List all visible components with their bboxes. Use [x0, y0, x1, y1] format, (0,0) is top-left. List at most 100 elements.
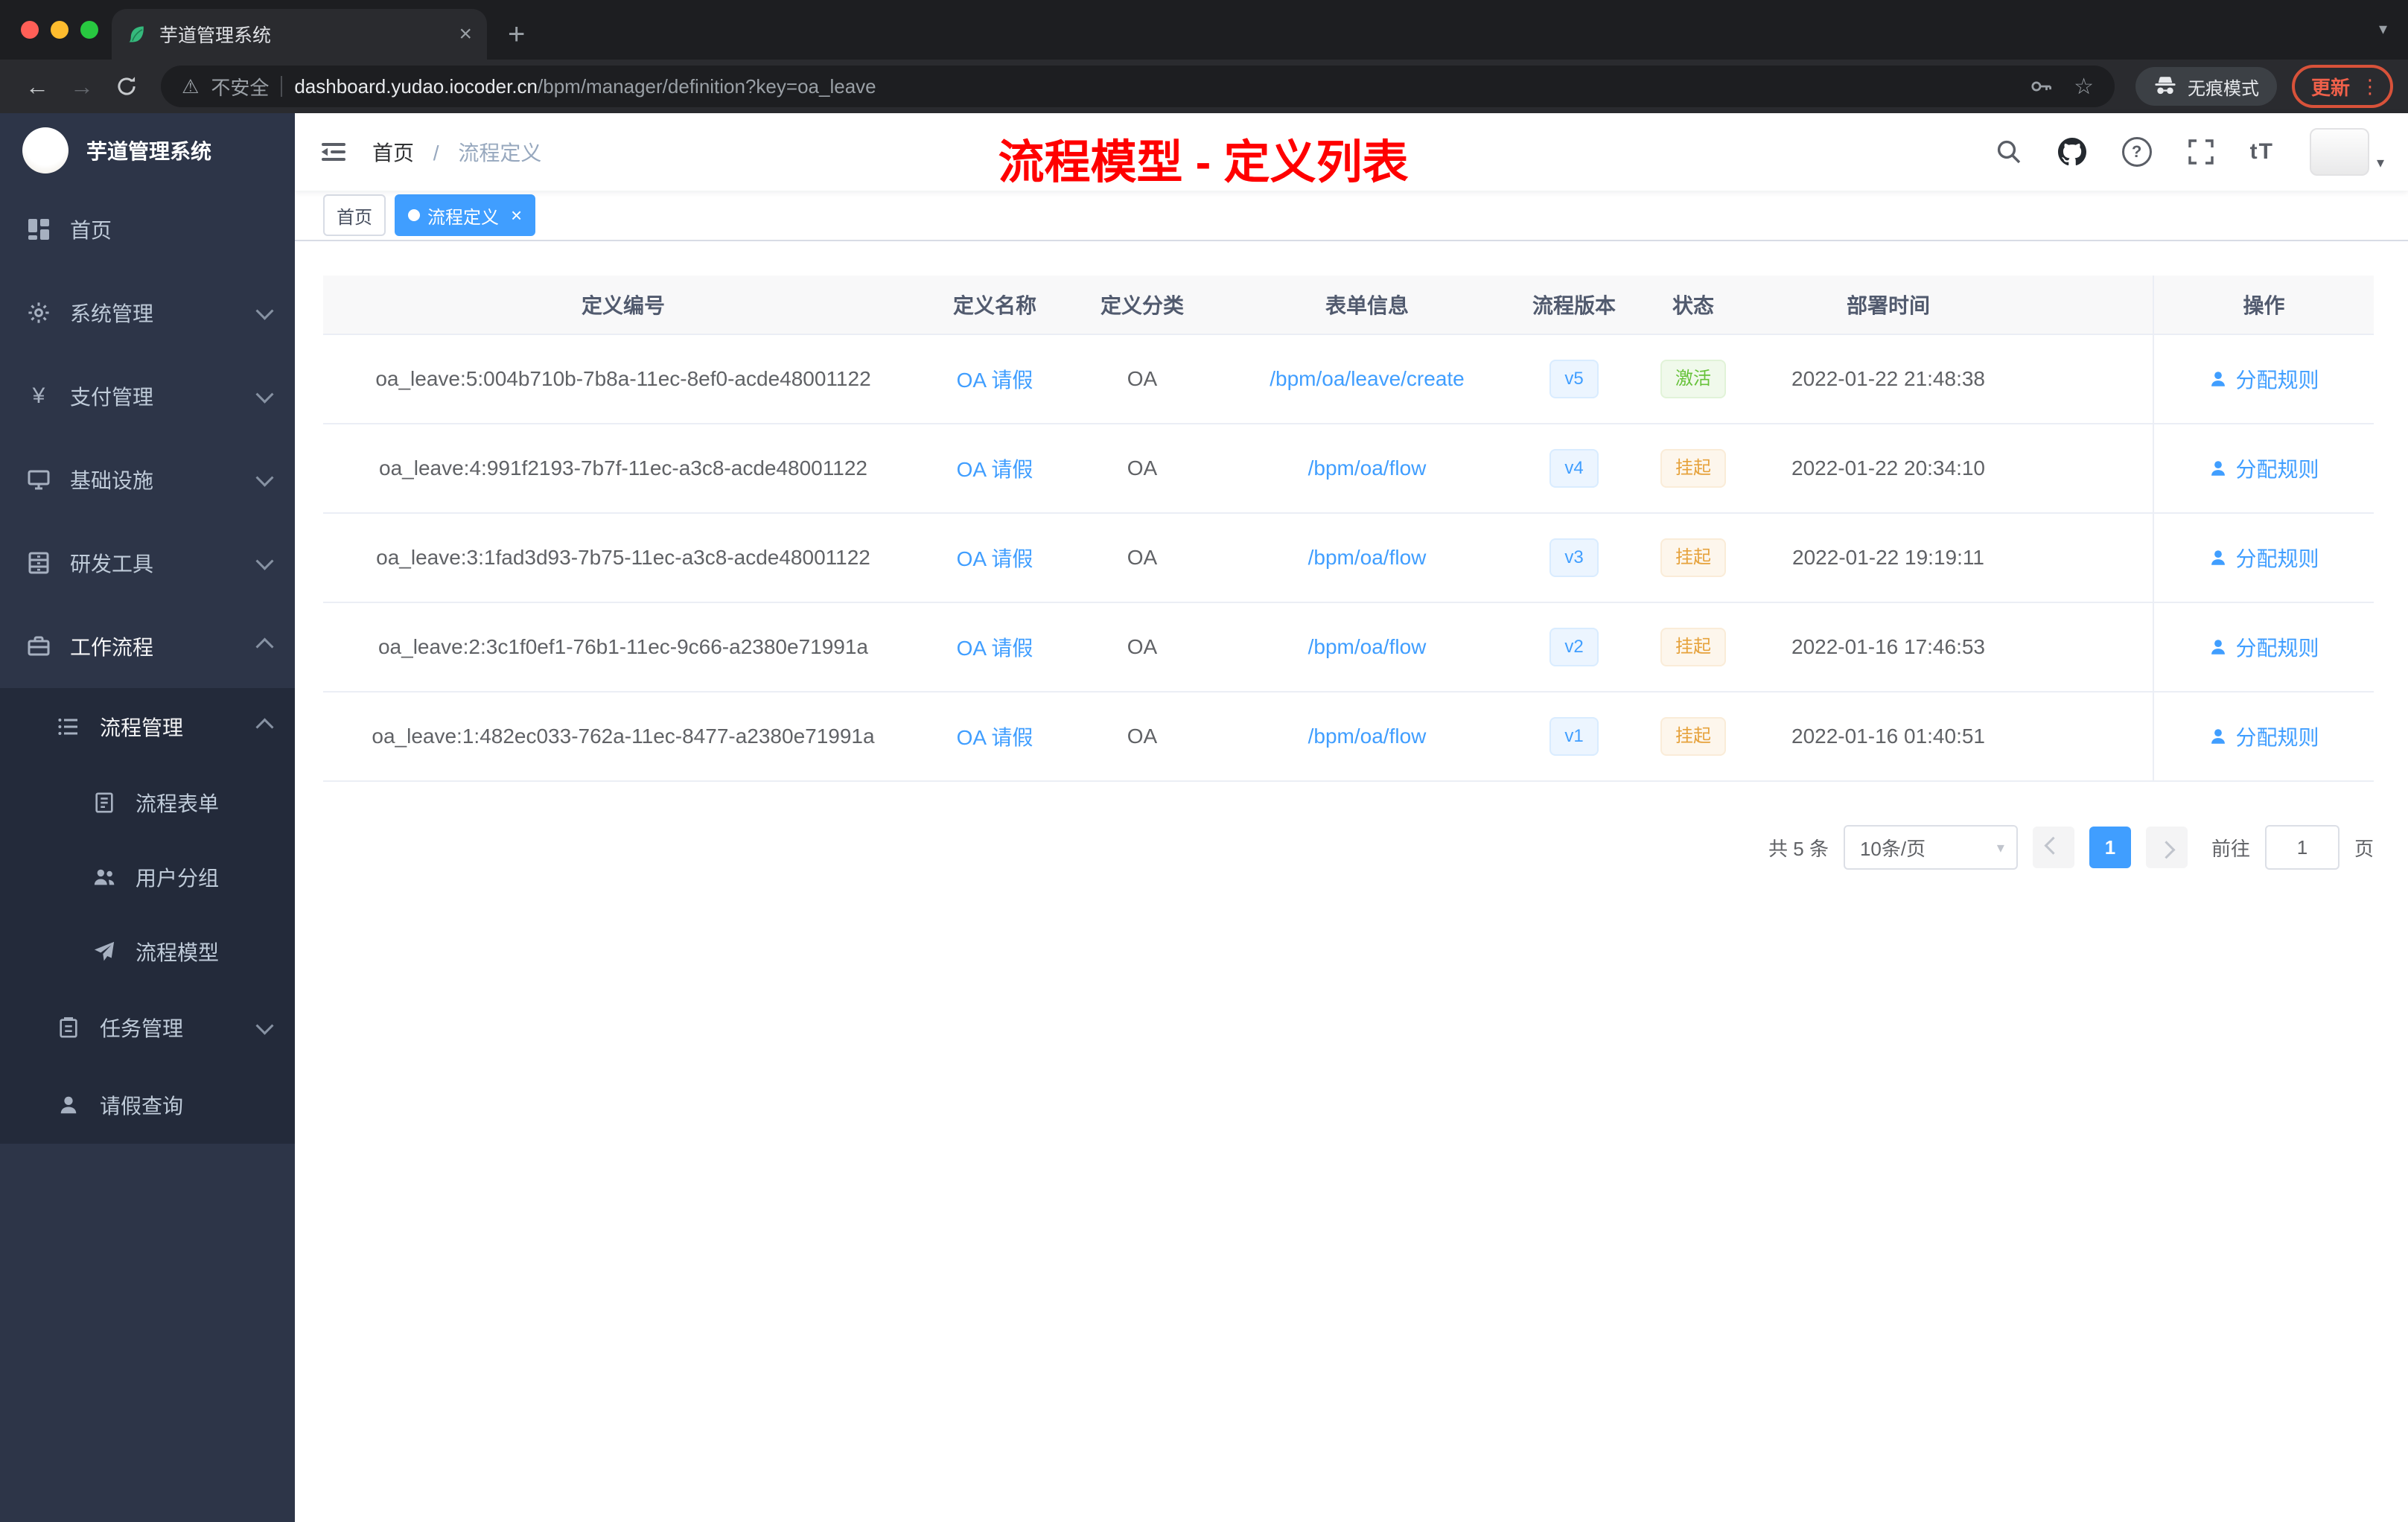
security-label[interactable]: 不安全 [211, 73, 269, 101]
new-tab-button[interactable]: + [508, 19, 525, 49]
help-icon[interactable]: ? [2121, 137, 2152, 167]
breadcrumb-home[interactable]: 首页 [372, 141, 414, 165]
tag-close-icon[interactable]: × [511, 206, 522, 225]
briefcase-icon [27, 634, 51, 658]
tag-home[interactable]: 首页 [323, 194, 386, 236]
dashboard-icon [27, 217, 51, 241]
sidebar-submenu: 流程管理 流程表单 用户分组 流程模型 任务管理 请假查询 [0, 688, 295, 1144]
definition-name-link[interactable]: OA 请假 [957, 369, 1033, 392]
collapse-sidebar-button[interactable] [319, 137, 348, 167]
definition-name-link[interactable]: OA 请假 [957, 458, 1033, 481]
tab-search-caret-icon[interactable]: ▾ [2379, 19, 2387, 39]
sidebar-item-user-group[interactable]: 用户分组 [0, 840, 295, 914]
chevron-down-icon [255, 385, 274, 404]
tab-close-icon[interactable]: × [459, 23, 472, 45]
browser-update-button[interactable]: 更新 ⋮ [2291, 65, 2393, 108]
status-badge: 挂起 [1660, 538, 1726, 577]
browser-tabstrip: 芋道管理系统 × + ▾ [0, 0, 2408, 60]
sidebar-item-label: 工作流程 [70, 636, 154, 659]
tab-title: 芋道管理系统 [159, 25, 272, 46]
back-button[interactable]: ← [15, 74, 60, 98]
assign-rule-link[interactable]: 分配规则 [2208, 453, 2319, 483]
table-row: oa_leave:2:3c1f0ef1-76b1-11ec-9c66-a2380… [323, 602, 2374, 692]
table-row: oa_leave:3:1fad3d93-7b75-11ec-a3c8-acde4… [323, 513, 2374, 603]
browser-tab-active[interactable]: 芋道管理系统 × [112, 9, 487, 60]
form-link[interactable]: /bpm/oa/flow [1308, 635, 1427, 658]
sidebar-item-leave-query[interactable]: 请假查询 [0, 1066, 295, 1144]
chevron-down-icon [255, 1016, 274, 1035]
form-link[interactable]: /bpm/oa/flow [1308, 456, 1427, 480]
assign-rule-link[interactable]: 分配规则 [2208, 632, 2319, 662]
cabinet-icon [27, 551, 51, 575]
sidebar-item-payment[interactable]: ¥ 支付管理 [0, 354, 295, 438]
assign-rule-label: 分配规则 [2235, 547, 2319, 570]
cell-category: OA [1066, 513, 1218, 603]
tag-process-definition[interactable]: 流程定义 × [395, 194, 536, 236]
update-label: 更新 [2310, 76, 2350, 99]
sidebar-item-workflow[interactable]: 工作流程 [0, 605, 295, 688]
sidebar-item-task-management[interactable]: 任务管理 [0, 989, 295, 1066]
sidebar-item-devtools[interactable]: 研发工具 [0, 521, 295, 605]
form-link[interactable]: /bpm/oa/flow [1308, 725, 1427, 748]
cell-deploy-time: 2022-01-22 19:19:11 [1754, 513, 2022, 603]
current-page-button[interactable]: 1 [2089, 827, 2131, 868]
avatar[interactable] [2309, 128, 2369, 176]
form-link[interactable]: /bpm/oa/flow [1308, 546, 1427, 569]
github-icon[interactable] [2057, 138, 2086, 166]
cell-category: OA [1066, 334, 1218, 424]
bookmark-star-icon[interactable]: ☆ [2074, 74, 2094, 100]
main-area: 首页 / 流程定义 ? tT ▾ 首页 流程定义 × 定义编号 定义名称 定义分… [295, 113, 2408, 1522]
url-bar[interactable]: ⚠ 不安全 dashboard.yudao.iocoder.cn/bpm/man… [161, 66, 2115, 107]
browser-menu-icon[interactable]: ⋮ [2360, 75, 2380, 98]
definition-name-link[interactable]: OA 请假 [957, 547, 1033, 570]
cell-category: OA [1066, 602, 1218, 692]
incognito-label: 无痕模式 [2187, 78, 2259, 99]
assign-rule-link[interactable]: 分配规则 [2208, 722, 2319, 751]
pagination-total: 共 5 条 [1768, 837, 1829, 860]
sidebar-item-infrastructure[interactable]: 基础设施 [0, 438, 295, 521]
definition-name-link[interactable]: OA 请假 [957, 637, 1033, 660]
window-close-button[interactable] [21, 21, 39, 39]
next-page-button[interactable] [2145, 827, 2188, 868]
col-header-gutter [2022, 276, 2153, 335]
page-size-select[interactable]: 10条/页 ▾ [1843, 825, 2018, 870]
assign-rule-label: 分配规则 [2235, 726, 2319, 749]
password-key-icon[interactable] [2028, 73, 2053, 101]
sidebar-item-process-model[interactable]: 流程模型 [0, 914, 295, 989]
sidebar-item-process-management[interactable]: 流程管理 [0, 688, 295, 765]
reload-button[interactable] [104, 74, 149, 98]
page-content: 定义编号 定义名称 定义分类 表单信息 流程版本 状态 部署时间 操作 oa_l… [295, 241, 2408, 870]
url-text[interactable]: dashboard.yudao.iocoder.cn/bpm/manager/d… [294, 75, 876, 98]
cell-id: oa_leave:5:004b710b-7b8a-11ec-8ef0-acde4… [323, 334, 923, 424]
forward-button[interactable]: → [60, 74, 104, 98]
cell-gutter [2022, 334, 2153, 424]
assign-rule-link[interactable]: 分配规则 [2208, 364, 2319, 394]
window-minimize-button[interactable] [51, 21, 69, 39]
paper-plane-icon [92, 940, 116, 964]
goto-page-input[interactable] [2264, 825, 2339, 870]
table-row: oa_leave:4:991f2193-7b7f-11ec-a3c8-acde4… [323, 424, 2374, 514]
fullscreen-icon[interactable] [2188, 138, 2214, 165]
form-link[interactable]: /bpm/oa/leave/create [1270, 367, 1465, 390]
prev-page-button[interactable] [2032, 827, 2074, 868]
yen-icon: ¥ [32, 383, 45, 408]
cell-category: OA [1066, 692, 1218, 782]
user-menu[interactable]: ▾ [2309, 128, 2384, 176]
breadcrumb: 首页 / 流程定义 [372, 137, 541, 167]
font-size-icon[interactable]: tT [2250, 139, 2274, 165]
sidebar-logo[interactable]: 芋道管理系统 [0, 113, 295, 188]
cell-deploy-time: 2022-01-22 21:48:38 [1754, 334, 2022, 424]
incognito-icon [2153, 74, 2177, 99]
window-zoom-button[interactable] [80, 21, 98, 39]
sidebar-item-process-form[interactable]: 流程表单 [0, 765, 295, 840]
monitor-icon [27, 468, 51, 491]
sidebar-item-home[interactable]: 首页 [0, 188, 295, 271]
navbar-icons: ? tT ▾ [1995, 128, 2384, 176]
definition-name-link[interactable]: OA 请假 [957, 726, 1033, 749]
sidebar: 芋道管理系统 首页 系统管理 ¥ 支付管理 基础设施 研发工具 工作流程 流程管… [0, 113, 295, 1522]
search-icon[interactable] [1995, 138, 2022, 165]
assign-rule-link[interactable]: 分配规则 [2208, 543, 2319, 573]
sidebar-item-system[interactable]: 系统管理 [0, 271, 295, 354]
sidebar-item-label: 支付管理 [70, 386, 154, 409]
sidebar-item-label: 任务管理 [100, 1017, 184, 1040]
